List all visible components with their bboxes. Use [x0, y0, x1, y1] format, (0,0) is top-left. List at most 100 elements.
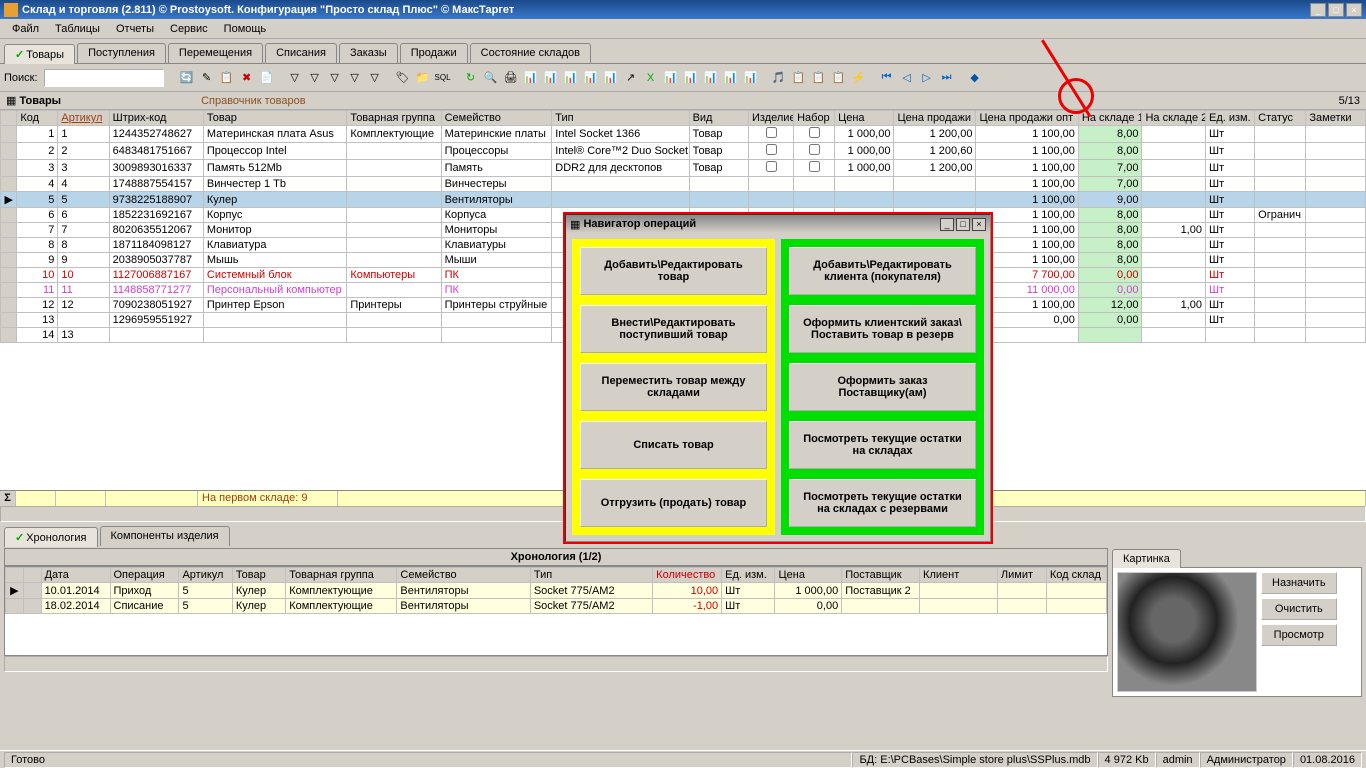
col-set[interactable]: Набор	[794, 111, 835, 126]
view-button[interactable]: Просмотр	[1261, 624, 1337, 646]
filter3-icon[interactable]: ▽	[326, 69, 344, 87]
col-stock2[interactable]: На складе 2	[1142, 111, 1206, 126]
tool-h-icon[interactable]: 📊	[682, 69, 700, 87]
table-row[interactable]: 441748887554157Винчестер 1 TbВинчестеры1…	[1, 177, 1366, 192]
clear-button[interactable]: Очистить	[1261, 598, 1337, 620]
edit-icon[interactable]: ✎	[198, 69, 216, 87]
tool-g-icon[interactable]: 📊	[662, 69, 680, 87]
export-icon[interactable]: ↻	[462, 69, 480, 87]
tab-chronology[interactable]: ✓Хронология	[4, 527, 98, 547]
nav-next-icon[interactable]: ▷	[918, 69, 936, 87]
dialog-close-button[interactable]: ×	[972, 218, 986, 231]
add-edit-received-button[interactable]: Внести\Редактировать поступивший товар	[580, 305, 767, 353]
col-unit[interactable]: Ед. изм.	[1205, 111, 1254, 126]
col-notes[interactable]: Заметки	[1306, 111, 1366, 126]
filter5-icon[interactable]: ▽	[366, 69, 384, 87]
sql-icon[interactable]: SQL	[434, 69, 452, 87]
minimize-button[interactable]: _	[1310, 3, 1326, 17]
chrono-scrollbar[interactable]	[4, 656, 1108, 672]
tab-receipts[interactable]: Поступления	[77, 43, 166, 63]
col-code[interactable]: Код	[17, 111, 58, 126]
ccol-wcode[interactable]: Код склад	[1046, 568, 1106, 583]
ccol-client[interactable]: Клиент	[920, 568, 998, 583]
col-sale[interactable]: Цена продажи	[894, 111, 976, 126]
print-icon[interactable]: 🖨	[502, 69, 520, 87]
table-row[interactable]: 333009893016337Память 512MbПамятьDDR2 дл…	[1, 160, 1366, 177]
product-checkbox[interactable]	[766, 127, 777, 138]
close-button[interactable]: ×	[1346, 3, 1362, 17]
col-group[interactable]: Товарная группа	[347, 111, 441, 126]
ccol-price[interactable]: Цена	[775, 568, 842, 583]
filter4-icon[interactable]: ▽	[346, 69, 364, 87]
tool-i-icon[interactable]: 📊	[702, 69, 720, 87]
col-name[interactable]: Товар	[203, 111, 346, 126]
delete-icon[interactable]: ✖	[238, 69, 256, 87]
chronology-grid[interactable]: Дата Операция Артикул Товар Товарная гру…	[5, 567, 1107, 614]
product-checkbox[interactable]	[766, 161, 777, 172]
tool-j-icon[interactable]: 📊	[722, 69, 740, 87]
tab-components[interactable]: Компоненты изделия	[100, 526, 230, 546]
table-row[interactable]: ▶10.01.2014Приход5КулерКомплектующиеВент…	[6, 583, 1107, 599]
dialog-min-button[interactable]: _	[940, 218, 954, 231]
menu-service[interactable]: Сервис	[162, 21, 216, 37]
ccol-grp[interactable]: Товарная группа	[286, 568, 397, 583]
col-selector[interactable]	[1, 111, 17, 126]
assign-button[interactable]: Назначить	[1261, 572, 1337, 594]
tool-f-icon[interactable]: ↗	[622, 69, 640, 87]
nav-last-icon[interactable]: ⏭	[938, 69, 956, 87]
search-input[interactable]	[44, 69, 164, 87]
ccol-art[interactable]: Артикул	[179, 568, 232, 583]
navigator-icon[interactable]: ◆	[966, 69, 984, 87]
filter2-icon[interactable]: ▽	[306, 69, 324, 87]
tool-m-icon[interactable]: 📋	[810, 69, 828, 87]
tool-d-icon[interactable]: 📊	[582, 69, 600, 87]
menu-help[interactable]: Помощь	[216, 21, 275, 37]
tool-e-icon[interactable]: 📊	[602, 69, 620, 87]
copy-icon[interactable]: 📋	[218, 69, 236, 87]
ccol-supplier[interactable]: Поставщик	[842, 568, 920, 583]
col-price[interactable]: Цена	[835, 111, 894, 126]
tool-b-icon[interactable]: 📊	[542, 69, 560, 87]
set-checkbox[interactable]	[809, 161, 820, 172]
col-barcode[interactable]: Штрих-код	[109, 111, 203, 126]
tool6-icon[interactable]: 🏷	[394, 69, 412, 87]
tool-n-icon[interactable]: 📋	[830, 69, 848, 87]
find-icon[interactable]: 🔍	[482, 69, 500, 87]
set-checkbox[interactable]	[809, 127, 820, 138]
menu-reports[interactable]: Отчеты	[108, 21, 162, 37]
excel-icon[interactable]: X	[642, 69, 660, 87]
table-row[interactable]: 226483481751667Процессор IntelПроцессоры…	[1, 143, 1366, 160]
dialog-max-button[interactable]: □	[956, 218, 970, 231]
table-row[interactable]: 111244352748627Материнская плата AsusКом…	[1, 126, 1366, 143]
tool-k-icon[interactable]: 🎵	[770, 69, 788, 87]
refresh-icon[interactable]: 🔄	[178, 69, 196, 87]
tab-moves[interactable]: Перемещения	[168, 43, 263, 63]
tool7-icon[interactable]: 📁	[414, 69, 432, 87]
client-order-button[interactable]: Оформить клиентский заказ\ Поставить тов…	[789, 305, 976, 353]
ccol-type[interactable]: Тип	[530, 568, 652, 583]
col-wholesale[interactable]: Цена продажи опт	[976, 111, 1078, 126]
ccol-fam[interactable]: Семейство	[397, 568, 530, 583]
filter1-icon[interactable]: ▽	[286, 69, 304, 87]
col-product[interactable]: Изделие	[749, 111, 794, 126]
tab-state[interactable]: Состояние складов	[470, 43, 591, 63]
move-goods-button[interactable]: Переместить товар между складами	[580, 363, 767, 411]
tab-goods[interactable]: ✓Товары	[4, 44, 75, 64]
ccol-qty[interactable]: Количество	[653, 568, 722, 583]
tab-picture[interactable]: Картинка	[1112, 549, 1181, 568]
maximize-button[interactable]: □	[1328, 3, 1344, 17]
set-checkbox[interactable]	[809, 144, 820, 155]
col-family[interactable]: Семейство	[441, 111, 552, 126]
writeoff-goods-button[interactable]: Списать товар	[580, 421, 767, 469]
col-status[interactable]: Статус	[1255, 111, 1306, 126]
ship-goods-button[interactable]: Отгрузить (продать) товар	[580, 479, 767, 527]
tab-orders[interactable]: Заказы	[339, 43, 398, 63]
add-edit-client-button[interactable]: Добавить\Редактировать клиента (покупате…	[789, 247, 976, 295]
chart-icon[interactable]: 📊	[742, 69, 760, 87]
view-stock-button[interactable]: Посмотреть текущие остатки на складах	[789, 421, 976, 469]
tool-c-icon[interactable]: 📊	[562, 69, 580, 87]
ccol-op[interactable]: Операция	[110, 568, 179, 583]
ccol-date[interactable]: Дата	[41, 568, 110, 583]
bolt-icon[interactable]: ⚡	[850, 69, 868, 87]
ccol-unit[interactable]: Ед. изм.	[722, 568, 775, 583]
